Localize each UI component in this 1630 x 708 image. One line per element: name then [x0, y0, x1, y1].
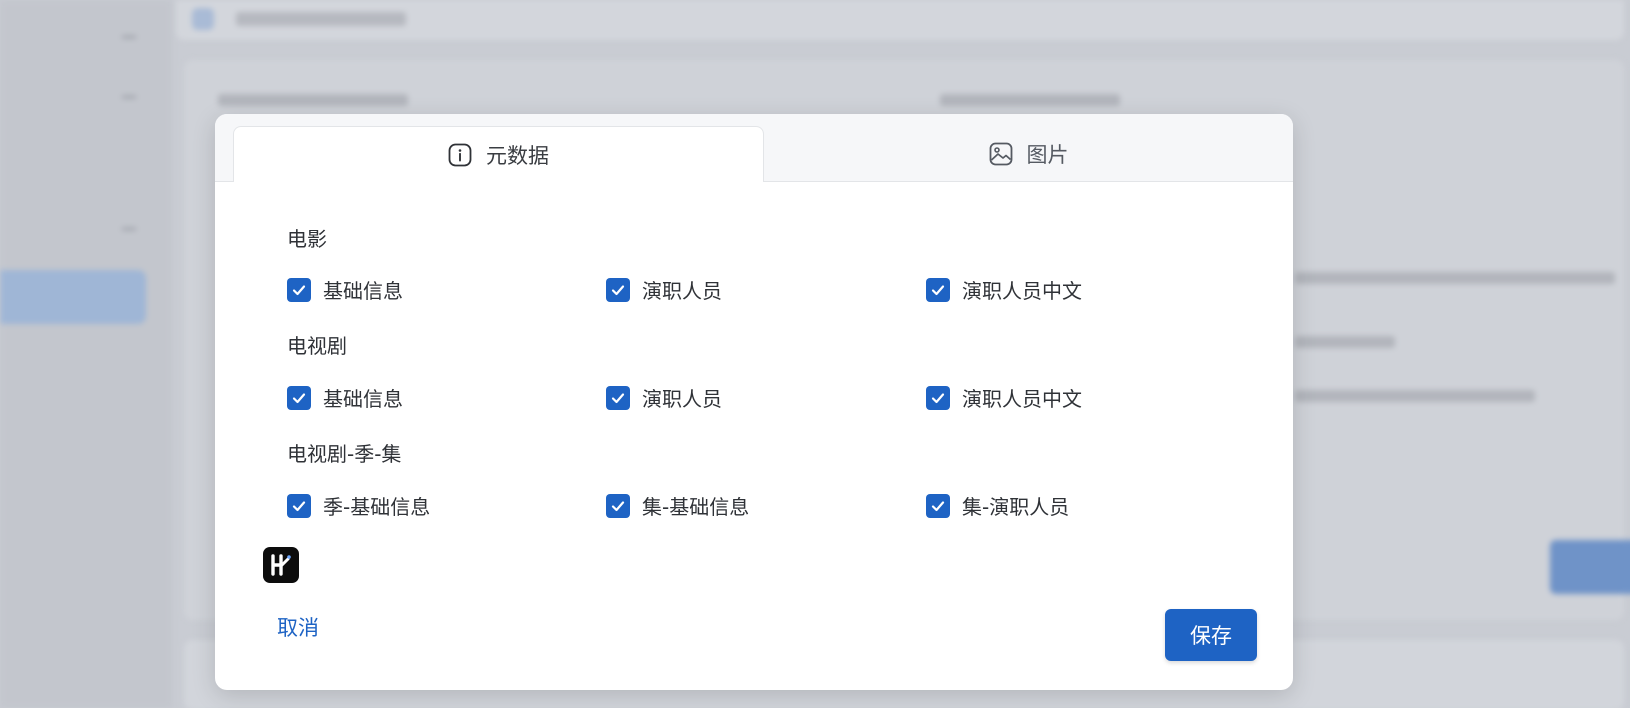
checkbox-label: 季-基础信息 [323, 495, 431, 519]
page: 元数据 图片 电影 基础信息 演职人员 演职人员中文 电视剧 基础信息 演职人员… [0, 0, 1630, 708]
checkbox-episode-basic-info[interactable]: 集-基础信息 [606, 491, 749, 520]
checkbox-checked-icon[interactable] [606, 277, 630, 302]
checkbox-season-basic-info[interactable]: 季-基础信息 [287, 491, 430, 520]
scrape-options-dialog: 元数据 图片 电影 基础信息 演职人员 演职人员中文 电视剧 基础信息 演职人员… [215, 114, 1293, 690]
info-icon [448, 143, 472, 167]
background-line [218, 94, 408, 106]
checkbox-checked-icon[interactable] [287, 493, 311, 518]
checkbox-label: 基础信息 [323, 279, 403, 303]
chevron-icon [122, 28, 136, 38]
checkbox-label: 基础信息 [323, 387, 403, 411]
checkbox-checked-icon[interactable] [287, 385, 311, 410]
checkbox-checked-icon[interactable] [606, 385, 630, 410]
cancel-button[interactable]: 取消 [277, 612, 319, 642]
dialog-tabs: 元数据 图片 [215, 114, 1293, 182]
background-selected-item [0, 270, 146, 324]
checkbox-checked-icon[interactable] [606, 493, 630, 518]
background-app-icon [192, 8, 214, 30]
checkbox-tv-cast[interactable]: 演职人员 [606, 383, 722, 412]
checkbox-label: 演职人员 [642, 387, 722, 411]
tab-images[interactable]: 图片 [764, 126, 1293, 182]
tab-images-label: 图片 [1026, 143, 1069, 167]
background-line [1295, 272, 1615, 284]
section-title-tv-season-episode: 电视剧-季-集 [287, 442, 402, 466]
checkbox-checked-icon[interactable] [287, 277, 311, 302]
extension-logo-icon[interactable] [263, 547, 299, 583]
checkbox-tv-basic-info[interactable]: 基础信息 [287, 383, 403, 412]
checkbox-movie-cast[interactable]: 演职人员 [606, 275, 722, 304]
checkbox-label: 演职人员中文 [962, 279, 1082, 303]
checkbox-checked-icon[interactable] [926, 493, 950, 518]
chevron-icon [122, 220, 136, 230]
checkbox-label: 集-演职人员 [962, 495, 1070, 519]
section-title-movie: 电影 [287, 227, 327, 251]
background-button [1550, 540, 1630, 594]
tab-metadata-label: 元数据 [486, 143, 549, 168]
background-line [1295, 390, 1535, 402]
checkbox-movie-basic-info[interactable]: 基础信息 [287, 275, 403, 304]
checkbox-checked-icon[interactable] [926, 385, 950, 410]
checkbox-checked-icon[interactable] [926, 277, 950, 302]
checkbox-movie-cast-chinese[interactable]: 演职人员中文 [926, 275, 1082, 304]
section-title-tv: 电视剧 [287, 334, 347, 358]
checkbox-episode-cast[interactable]: 集-演职人员 [926, 491, 1069, 520]
checkbox-tv-cast-chinese[interactable]: 演职人员中文 [926, 383, 1082, 412]
background-sidebar [0, 0, 172, 708]
dialog-content: 电影 基础信息 演职人员 演职人员中文 电视剧 基础信息 演职人员 演职人员中文… [215, 181, 1293, 601]
background-line [1295, 336, 1395, 348]
background-title-placeholder [236, 12, 406, 26]
tab-metadata[interactable]: 元数据 [233, 126, 764, 182]
checkbox-label: 演职人员中文 [962, 387, 1082, 411]
save-button[interactable]: 保存 [1165, 609, 1257, 661]
background-topbar [176, 0, 1624, 40]
checkbox-label: 演职人员 [642, 279, 722, 303]
chevron-icon [122, 88, 136, 98]
checkbox-label: 集-基础信息 [642, 495, 750, 519]
background-line [940, 94, 1120, 106]
image-icon [989, 142, 1013, 166]
